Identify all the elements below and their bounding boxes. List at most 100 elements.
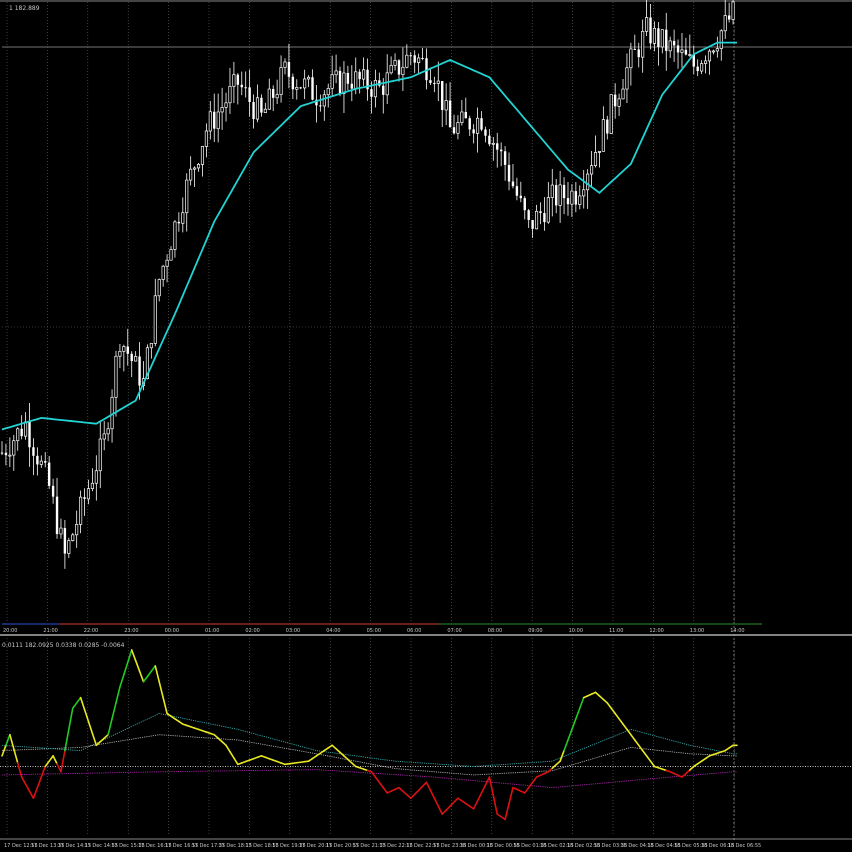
candle-bear (511, 181, 515, 187)
candle-bull (67, 540, 71, 554)
candle-bear (240, 84, 243, 88)
candle-bull (90, 482, 94, 489)
main-time-label: 23:00 (124, 628, 138, 634)
candle-bear (523, 198, 526, 211)
candle-bull (711, 50, 715, 53)
candle-bull (208, 111, 212, 132)
candle-bull (546, 197, 550, 223)
candle-bear (543, 213, 546, 223)
candle-bull (719, 30, 723, 49)
candle-bear (32, 447, 35, 456)
candle-bear (346, 72, 350, 84)
candle-bull (715, 48, 719, 52)
main-time-label: 07:00 (447, 628, 461, 634)
candle-bull (106, 428, 110, 435)
candle-bull (196, 164, 201, 169)
candle-bull (444, 100, 448, 111)
candle-bull (122, 346, 126, 352)
candle-bear (299, 87, 302, 89)
candle-bear (287, 61, 291, 77)
candle-bear (531, 219, 534, 229)
candle-bear (433, 82, 436, 84)
candle-bear (126, 346, 129, 354)
candle-bear (562, 184, 566, 199)
candle-bull (731, 1, 735, 20)
candle-bear (236, 74, 240, 85)
candle-bear (472, 129, 475, 134)
candle-bull (401, 66, 405, 75)
candle-bull (204, 130, 208, 147)
main-time-label: 01:00 (205, 628, 219, 634)
candle-bear (421, 57, 424, 59)
candle-bear (248, 87, 251, 102)
candle-bear (507, 164, 511, 182)
candle-bear (177, 221, 181, 224)
candle-bull (149, 343, 153, 349)
candle-bear (676, 45, 680, 53)
candle-bear (515, 186, 519, 196)
candle-bear (36, 455, 39, 465)
candle-bull (456, 122, 460, 134)
candle-bull (617, 98, 621, 107)
candle-bull (668, 40, 672, 52)
candle-bear (554, 185, 558, 206)
candle-bull (334, 70, 338, 76)
candle-bull (189, 168, 193, 181)
candle-bull (680, 49, 684, 53)
candle-bull (373, 80, 377, 98)
candle-bull (417, 57, 421, 63)
candle-bull (354, 71, 358, 89)
candle-bear (291, 76, 295, 90)
main-time-label: 02:00 (245, 628, 259, 634)
candle-bull (267, 88, 271, 110)
candle-bull (491, 142, 495, 145)
candle-bull (645, 17, 649, 32)
candle-bear (633, 48, 637, 50)
candle-bear (409, 55, 412, 57)
candle-bull (173, 221, 177, 250)
candle-bear (252, 101, 255, 120)
candle-bull (590, 165, 594, 175)
candle-bear (574, 191, 578, 205)
candle-bull (224, 102, 228, 108)
candle-bear (696, 66, 699, 72)
candle-bull (79, 496, 83, 525)
indicator-time-axis: 17 Dec 12:5517 Dec 13:3517 Dec 14:1517 D… (4, 843, 761, 849)
candle-bear (448, 100, 452, 128)
main-time-label: 08:00 (488, 628, 502, 634)
candle-bear (613, 94, 617, 107)
main-time-label: 05:00 (367, 628, 381, 634)
candle-bull (39, 460, 43, 465)
candle-bear (539, 211, 542, 214)
candle-bear (637, 49, 640, 58)
candle-bear (311, 77, 314, 100)
candle-bear (28, 421, 31, 448)
candle-bull (593, 152, 598, 166)
candle-bull (157, 279, 161, 297)
main-time-label: 06:00 (407, 628, 421, 634)
candle-bull (118, 350, 122, 357)
candle-bull (220, 107, 224, 113)
candle-bull (165, 259, 169, 267)
candle-bull (362, 69, 366, 80)
candle-bull (228, 85, 232, 104)
main-time-label: 14:00 (730, 628, 744, 634)
candle-bear (350, 83, 354, 89)
candle-bear (4, 452, 8, 456)
candle-bull (558, 184, 562, 206)
candle-bear (130, 353, 133, 362)
candle-bull (700, 63, 704, 72)
main-time-label: 00:00 (165, 628, 179, 634)
candle-bull (723, 15, 727, 32)
main-time-label: 09:00 (528, 628, 542, 634)
candle-bull (582, 189, 586, 197)
candle-bull (169, 249, 173, 261)
candle-bull (570, 190, 574, 205)
main-price-readout: 1 182.889 (9, 5, 40, 12)
candle-bull (586, 173, 590, 191)
candle-bear (358, 71, 361, 80)
candle-bear (566, 198, 570, 205)
candle-bull (405, 54, 409, 68)
candle-bear (51, 485, 55, 497)
candle-bull (86, 488, 91, 500)
